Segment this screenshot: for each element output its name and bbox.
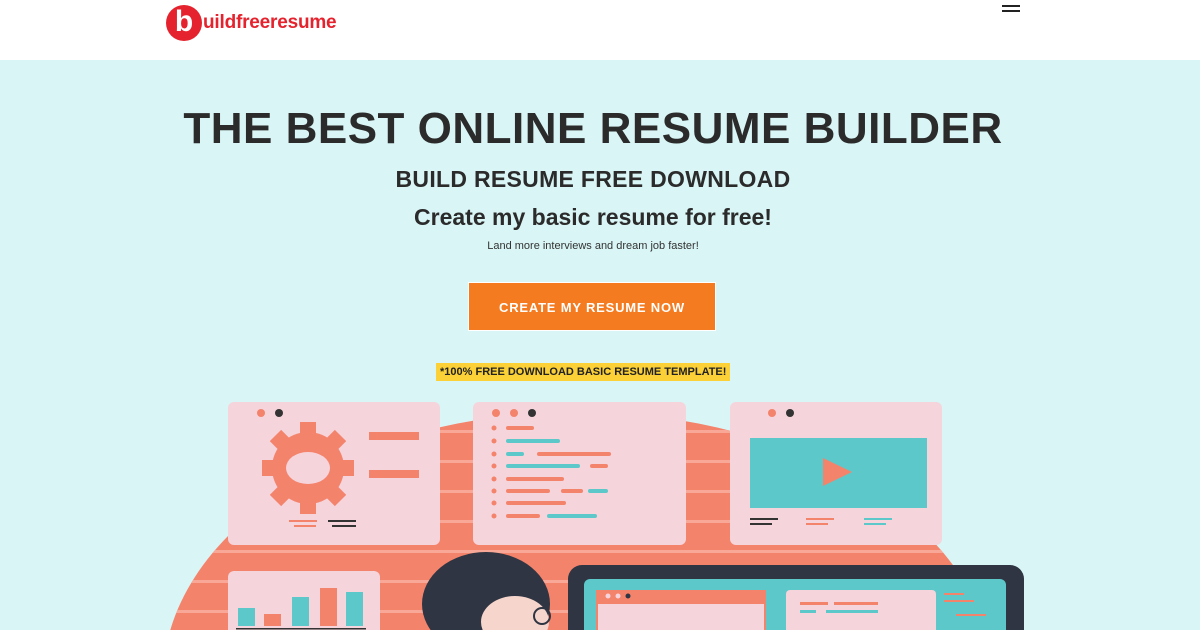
hero-title: THE BEST ONLINE RESUME BUILDER [183, 104, 1003, 153]
logo-mark: b [166, 5, 202, 41]
free-template-badge: *100% FREE DOWNLOAD BASIC RESUME TEMPLAT… [436, 363, 731, 381]
hero-subtitle: BUILD RESUME FREE DOWNLOAD [395, 166, 791, 192]
hero-description: Land more interviews and dream job faste… [487, 240, 699, 252]
laptop-illustration [568, 565, 1024, 630]
list-card [473, 402, 686, 545]
top-navbar: b uildfreeresume [0, 0, 1200, 60]
gear-icon [262, 422, 354, 514]
logo-text: uildfreeresume [203, 12, 337, 33]
hamburger-menu-icon[interactable] [1002, 2, 1020, 16]
hero-section: THE BEST ONLINE RESUME BUILDER BUILD RES… [0, 60, 1200, 630]
brand-logo[interactable]: b uildfreeresume [166, 4, 337, 42]
video-card [730, 402, 942, 545]
create-resume-button[interactable]: CREATE MY RESUME NOW [468, 282, 716, 331]
settings-card [228, 402, 440, 545]
hero-tagline: Create my basic resume for free! [414, 204, 772, 230]
bar-chart-card [228, 571, 380, 630]
resume-builder-illustration [163, 402, 1024, 630]
